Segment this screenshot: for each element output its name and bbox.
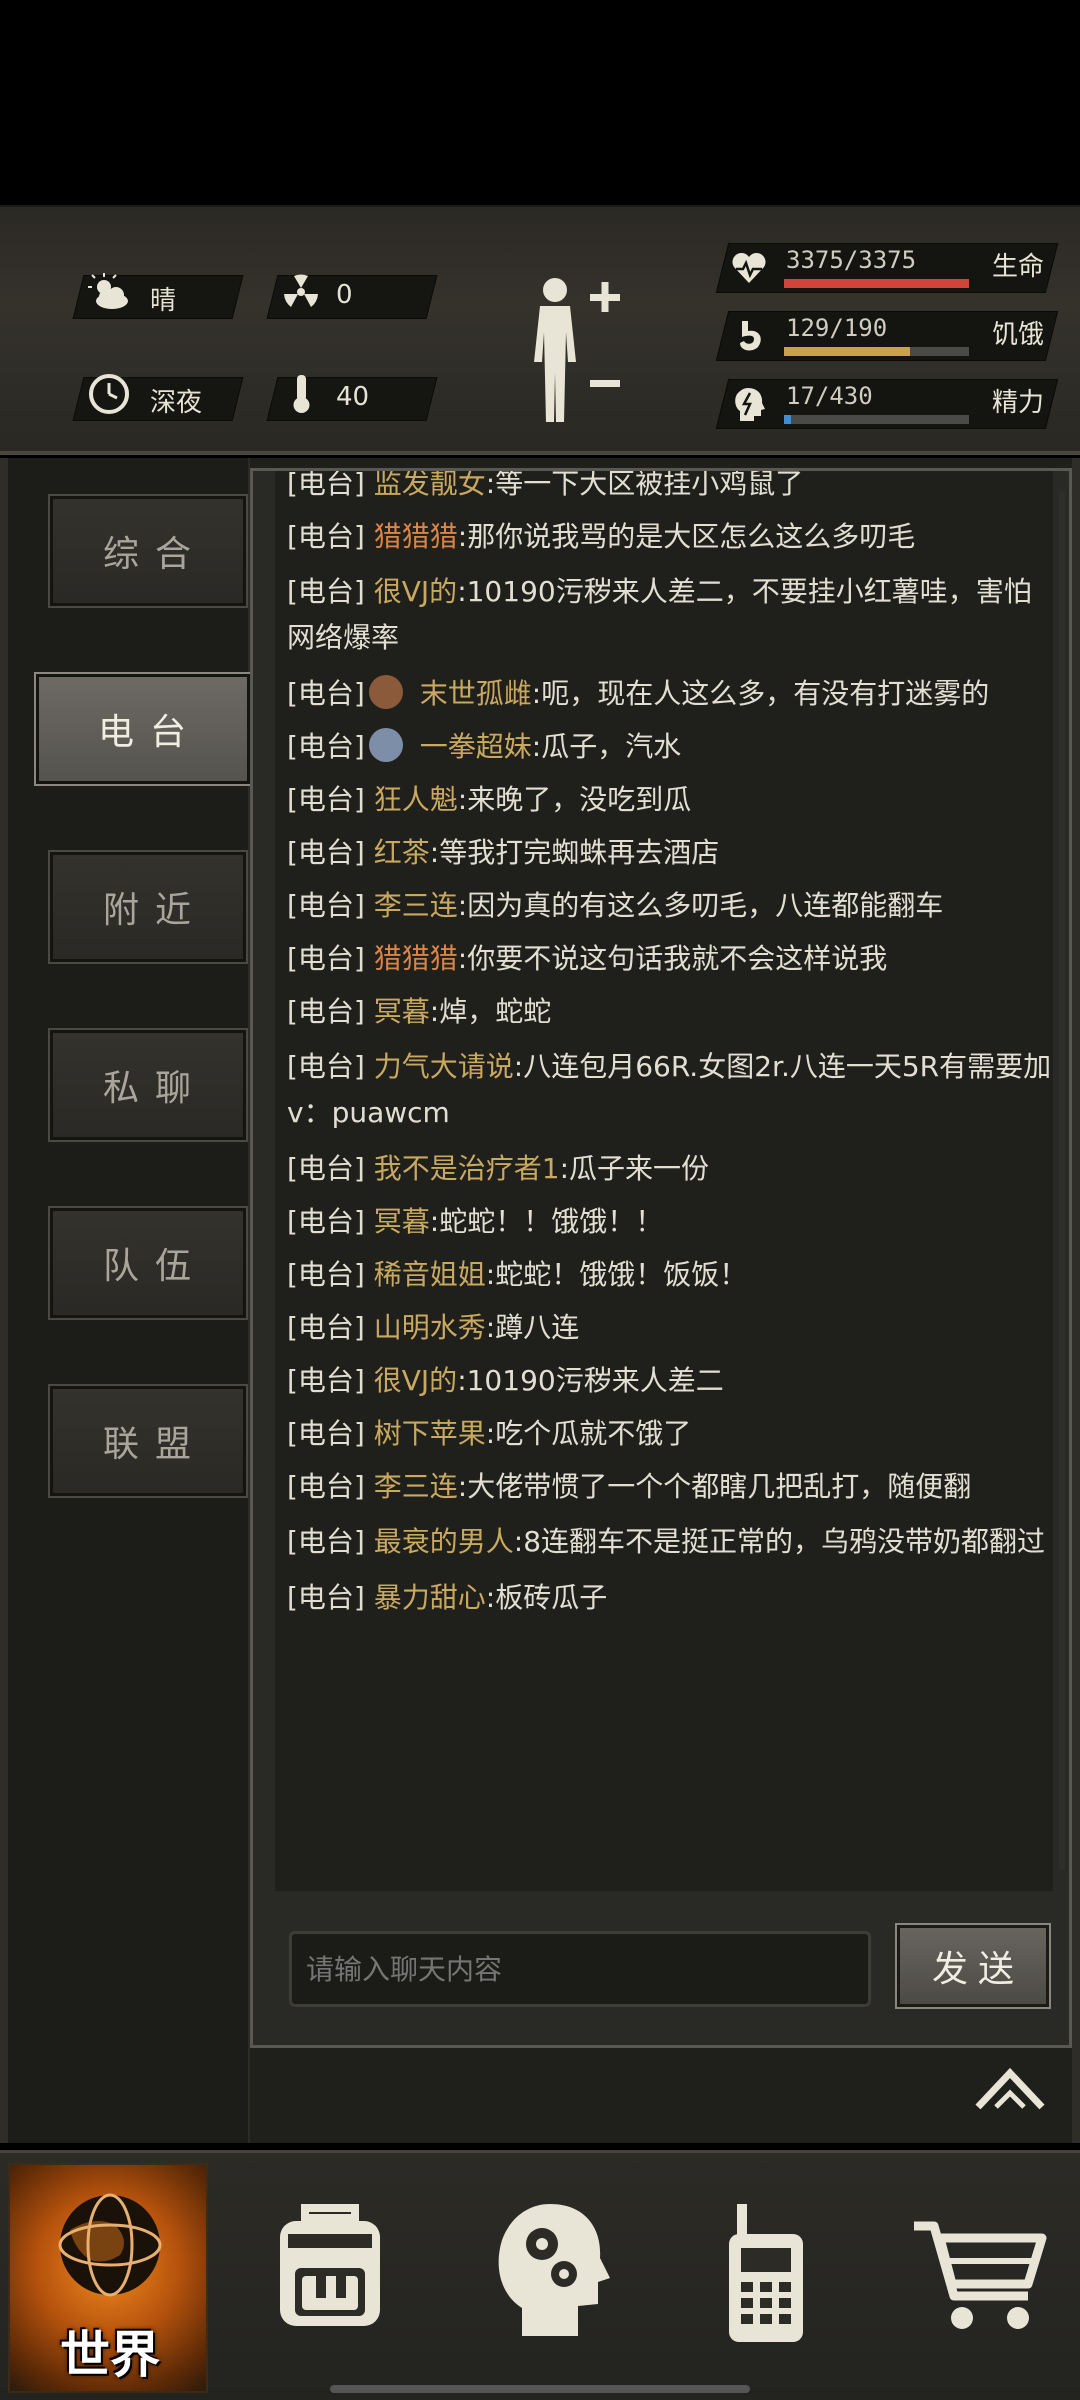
home-indicator [330, 2385, 750, 2393]
tab-nearby[interactable]: 附近 [48, 850, 248, 964]
nav-world[interactable]: 世界 [8, 2163, 208, 2393]
health-stat: 3375/3375 生命 [715, 243, 1059, 293]
weather-label: 晴 [150, 286, 177, 316]
collapse-chevron-up-icon[interactable] [974, 2063, 1046, 2115]
energy-bar [784, 415, 792, 424]
chat-message[interactable]: [电台] 一拳超妹:瓜子，汽水 [275, 720, 1053, 773]
tab-alliance[interactable]: 联盟 [48, 1384, 248, 1498]
avatar[interactable] [368, 675, 403, 709]
chat-message[interactable]: [电台] 暴力甜心:板砖瓜子 [275, 1571, 1053, 1624]
chat-message[interactable]: [电台] 很VJ的:10190污秽来人差二 [275, 1354, 1053, 1407]
radiation-value: 0 [336, 280, 353, 310]
stomach-icon [740, 321, 761, 351]
tab-radio[interactable]: 电台 [34, 672, 252, 786]
energy-stat: 17/430 精力 [715, 379, 1059, 429]
chat-message[interactable]: [电台] 末世孤雌:呃，现在人这么多，有没有打迷雾的 [275, 667, 1053, 720]
backpack-icon [280, 2204, 380, 2326]
chat-message[interactable]: [电台] 李三连:因为真的有这么多叨毛，八连都能翻车 [275, 879, 1053, 932]
walkie-talkie-icon [729, 2204, 803, 2342]
nav-world-label: 世界 [60, 2326, 160, 2384]
chat-message[interactable]: [电台] 李三连:大佬带惯了一个个都瞎几把乱打，随便翻 [275, 1460, 1053, 1513]
bottom-nav: 世界 [0, 2150, 1080, 2400]
temperature-value: 40 [336, 382, 370, 412]
status-hud: 晴 0 深夜 40 3375/3375 生命 129/190 饥饿 17/430… [0, 205, 1080, 455]
nav-backpack[interactable] [230, 2171, 430, 2391]
health-label: 生命 [991, 252, 1044, 282]
cloud-sun-icon [88, 273, 128, 309]
tab-team[interactable]: 队伍 [48, 1206, 248, 1320]
chat-message[interactable]: [电台] 最衰的男人:8连翻车不是挺正常的，乌鸦没带奶都翻过 [275, 1513, 1053, 1571]
nav-radio[interactable] [665, 2171, 865, 2391]
health-bar [784, 279, 969, 288]
chat-box: [电台] 监发靓女:等一下大区被挂小鸡鼠了 [电台] 猎猎猎:那你说我骂的是大区… [250, 468, 1072, 2048]
chat-message[interactable]: [电台] 很VJ的:10190污秽来人差二，不要挂小红薯哇，害怕网络爆率 [275, 563, 1053, 667]
chat-message[interactable]: [电台] 冥暮:焯，蛇蛇 [275, 985, 1053, 1038]
channel-tab-strip: 综合 电台 附近 私聊 队伍 联盟 [8, 458, 252, 2143]
avatar[interactable] [368, 728, 403, 762]
chat-input[interactable] [289, 1931, 871, 2007]
health-value: 3375/3375 [786, 246, 917, 274]
chat-message[interactable]: [电台] 红茶:等我打完蜘蛛再去酒店 [275, 826, 1053, 879]
nav-shop[interactable] [880, 2171, 1080, 2391]
hunger-value: 129/190 [786, 314, 888, 342]
time-label: 深夜 [150, 388, 203, 418]
head-bolt-icon [735, 388, 765, 421]
chat-message[interactable]: [电台] 树下苹果:吃个瓜就不饿了 [275, 1407, 1053, 1460]
energy-value: 17/430 [786, 382, 873, 410]
head-gears-icon [498, 2204, 610, 2336]
hunger-stat: 129/190 饥饿 [715, 311, 1059, 361]
tab-private[interactable]: 私聊 [48, 1028, 248, 1142]
thermometer-icon [293, 375, 310, 413]
clock-icon [89, 374, 129, 414]
radiation-icon [284, 274, 318, 307]
message-list[interactable]: [电台] 监发靓女:等一下大区被挂小鸡鼠了 [电台] 猎猎猎:那你说我骂的是大区… [275, 471, 1053, 1891]
chat-panel: 综合 电台 附近 私聊 队伍 联盟 [电台] 监发靓女:等一下大区被挂小鸡鼠了 … [0, 458, 1080, 2143]
chat-message[interactable]: [电台] 稀音姐姐:蛇蛇！饿饿！饭饭！ [275, 1248, 1053, 1301]
chat-message[interactable]: [电台] 我不是治疗者1:瓜子来一份 [275, 1142, 1053, 1195]
chat-message[interactable]: [电台] 力气大请说:八连包月66R.女图2r.八连一天5R有需要加v：puaw… [275, 1038, 1053, 1142]
message-scrollbar[interactable] [1059, 491, 1065, 1871]
tab-general[interactable]: 综合 [48, 494, 248, 608]
shopping-cart-icon [914, 2221, 1047, 2329]
chat-message[interactable]: [电台] 狂人魁:来晚了，没吃到瓜 [275, 773, 1053, 826]
globe-icon [58, 2193, 162, 2297]
chat-message[interactable]: [电台] 猎猎猎:你要不说这句话我就不会这样说我 [275, 932, 1053, 985]
nav-skills[interactable] [450, 2171, 650, 2391]
hunger-label: 饥饿 [991, 320, 1044, 350]
chat-message[interactable]: [电台] 猎猎猎:那你说我骂的是大区怎么这么多叨毛 [275, 510, 1053, 563]
chat-message[interactable]: [电台] 山明水秀:蹲八连 [275, 1301, 1053, 1354]
energy-label: 精力 [991, 388, 1044, 418]
heart-pulse-icon [732, 252, 766, 283]
body-status-figure[interactable] [520, 272, 630, 432]
hunger-bar [784, 347, 910, 356]
send-button[interactable]: 发送 [895, 1923, 1051, 2009]
chat-message[interactable]: [电台] 监发靓女:等一下大区被挂小鸡鼠了 [275, 471, 1053, 510]
chat-message[interactable]: [电台] 冥暮:蛇蛇！！饿饿！！ [275, 1195, 1053, 1248]
